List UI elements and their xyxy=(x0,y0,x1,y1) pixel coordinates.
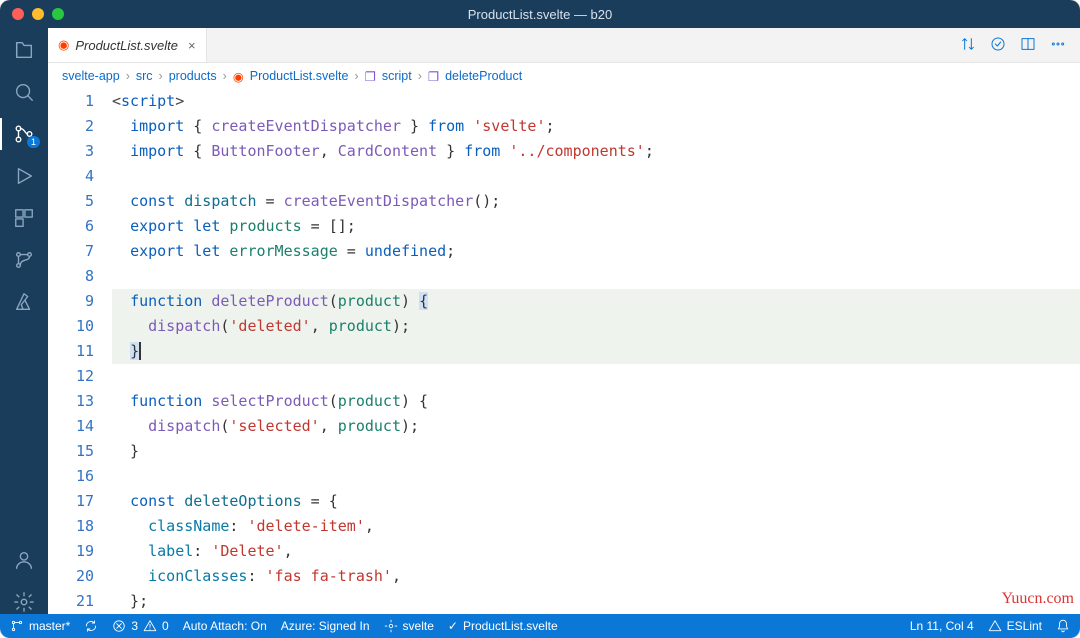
breadcrumb-segment[interactable]: src xyxy=(136,69,153,83)
line-number: 3 xyxy=(48,139,94,164)
code-line[interactable] xyxy=(112,464,1080,489)
search-icon[interactable] xyxy=(12,80,36,104)
window-title: ProductList.svelte — b20 xyxy=(468,7,613,22)
code-line[interactable]: const deleteOptions = { xyxy=(112,489,1080,514)
settings-gear-icon[interactable] xyxy=(12,590,36,614)
chevron-right-icon: › xyxy=(418,69,422,83)
git-graph-icon[interactable] xyxy=(12,248,36,272)
symbol-icon: ❐ xyxy=(428,69,439,84)
tab-filename: ProductList.svelte xyxy=(75,38,178,53)
line-number: 15 xyxy=(48,439,94,464)
explorer-icon[interactable] xyxy=(12,38,36,62)
extensions-icon[interactable] xyxy=(12,206,36,230)
code-line[interactable]: } xyxy=(112,439,1080,464)
breadcrumb-segment[interactable]: deleteProduct xyxy=(445,69,522,83)
line-number: 14 xyxy=(48,414,94,439)
activity-bar: 1 xyxy=(0,28,48,614)
breadcrumb-segment[interactable]: products xyxy=(169,69,217,83)
code-line[interactable]: import { createEventDispatcher } from 's… xyxy=(112,114,1080,139)
chevron-right-icon: › xyxy=(159,69,163,83)
code-line[interactable]: const dispatch = createEventDispatcher()… xyxy=(112,189,1080,214)
status-file[interactable]: ✓ ProductList.svelte xyxy=(448,619,558,633)
code-line[interactable] xyxy=(112,264,1080,289)
tab-close-icon[interactable]: × xyxy=(188,38,196,53)
line-number: 5 xyxy=(48,189,94,214)
line-number: 12 xyxy=(48,364,94,389)
svelte-file-icon: ◉ xyxy=(58,37,69,53)
line-number: 20 xyxy=(48,564,94,589)
window-titlebar: ProductList.svelte — b20 xyxy=(0,0,1080,28)
line-number: 21 xyxy=(48,589,94,614)
code-editor[interactable]: 123456789101112131415161718192021 <scrip… xyxy=(48,89,1080,614)
line-number: 6 xyxy=(48,214,94,239)
status-bar: master* 3 0 Auto Attach: On Azure: Signe… xyxy=(0,614,1080,638)
run-debug-icon[interactable] xyxy=(12,164,36,188)
code-line[interactable]: function deleteProduct(product) { xyxy=(112,289,1080,314)
status-branch[interactable]: master* xyxy=(10,619,70,633)
split-editor-icon[interactable] xyxy=(1020,36,1036,55)
svelte-file-icon: ◉ xyxy=(233,69,244,84)
code-line[interactable] xyxy=(112,364,1080,389)
compare-changes-icon[interactable] xyxy=(960,36,976,55)
line-number: 11 xyxy=(48,339,94,364)
code-line[interactable]: export let errorMessage = undefined; xyxy=(112,239,1080,264)
line-number: 13 xyxy=(48,389,94,414)
status-azure[interactable]: Azure: Signed In xyxy=(281,619,370,633)
window-close-button[interactable] xyxy=(12,8,24,20)
code-line[interactable]: export let products = []; xyxy=(112,214,1080,239)
window-minimize-button[interactable] xyxy=(32,8,44,20)
coverage-icon[interactable] xyxy=(990,36,1006,55)
chevron-right-icon: › xyxy=(354,69,358,83)
line-number: 10 xyxy=(48,314,94,339)
more-actions-icon[interactable] xyxy=(1050,36,1066,55)
line-number: 4 xyxy=(48,164,94,189)
line-number: 19 xyxy=(48,539,94,564)
line-number: 7 xyxy=(48,239,94,264)
azure-icon[interactable] xyxy=(12,290,36,314)
symbol-icon: ❐ xyxy=(365,69,376,84)
code-line[interactable]: label: 'Delete', xyxy=(112,539,1080,564)
code-line[interactable]: function selectProduct(product) { xyxy=(112,389,1080,414)
editor-tab-active[interactable]: ◉ ProductList.svelte × xyxy=(48,28,207,62)
code-line[interactable]: import { ButtonFooter, CardContent } fro… xyxy=(112,139,1080,164)
chevron-right-icon: › xyxy=(126,69,130,83)
status-sync[interactable] xyxy=(84,619,98,633)
scm-badge: 1 xyxy=(27,136,40,148)
line-number: 17 xyxy=(48,489,94,514)
window-zoom-button[interactable] xyxy=(52,8,64,20)
accounts-icon[interactable] xyxy=(12,548,36,572)
editor-tabs: ◉ ProductList.svelte × xyxy=(48,28,1080,63)
line-number: 2 xyxy=(48,114,94,139)
code-line[interactable]: dispatch('deleted', product); xyxy=(112,314,1080,339)
code-line[interactable]: className: 'delete-item', xyxy=(112,514,1080,539)
breadcrumb-segment[interactable]: svelte-app xyxy=(62,69,120,83)
line-number: 18 xyxy=(48,514,94,539)
status-eslint[interactable]: ESLint xyxy=(988,619,1042,633)
chevron-right-icon: › xyxy=(223,69,227,83)
status-problems[interactable]: 3 0 xyxy=(112,619,168,633)
code-line[interactable]: } xyxy=(112,339,1080,364)
line-number: 1 xyxy=(48,89,94,114)
source-control-icon[interactable]: 1 xyxy=(12,122,36,146)
breadcrumb-segment[interactable]: ProductList.svelte xyxy=(250,69,349,83)
status-language[interactable]: svelte xyxy=(384,619,434,633)
code-line[interactable]: dispatch('selected', product); xyxy=(112,414,1080,439)
breadcrumb-segment[interactable]: script xyxy=(382,69,412,83)
status-cursor-position[interactable]: Ln 11, Col 4 xyxy=(910,619,974,633)
line-number: 8 xyxy=(48,264,94,289)
line-number: 9 xyxy=(48,289,94,314)
code-line[interactable]: }; xyxy=(112,589,1080,614)
breadcrumb: svelte-app › src › products › ◉ ProductL… xyxy=(48,63,1080,89)
line-number: 16 xyxy=(48,464,94,489)
code-line[interactable]: iconClasses: 'fas fa-trash', xyxy=(112,564,1080,589)
status-notifications-icon[interactable] xyxy=(1056,619,1070,633)
code-line[interactable] xyxy=(112,164,1080,189)
status-auto-attach[interactable]: Auto Attach: On xyxy=(183,619,267,633)
code-line[interactable]: <script> xyxy=(112,89,1080,114)
